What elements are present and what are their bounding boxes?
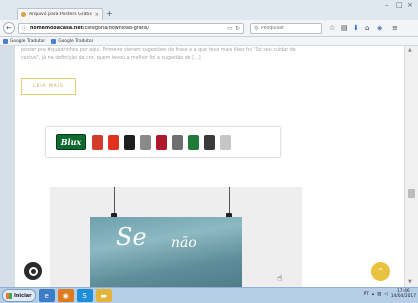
bookmark-item[interactable]: Google Tradutor	[51, 38, 94, 44]
navigation-bar: ← ⓘ homemodacasa.net/categoria/download-…	[0, 20, 418, 37]
poster-photo[interactable]: Se não	[50, 187, 302, 287]
clock-date: 14/04/2017	[390, 294, 416, 299]
address-bar[interactable]: ⓘ homemodacasa.net/categoria/download-gr…	[18, 23, 244, 34]
google-translate-icon	[3, 38, 8, 44]
bookmark-item[interactable]: Google Tradutor	[3, 38, 46, 44]
url-path: /categoria/download-gratis/	[82, 26, 149, 31]
product-thumbnail	[124, 134, 135, 150]
new-tab-button[interactable]: +	[106, 9, 113, 19]
taskbar-folder-icon[interactable]: ▬	[95, 289, 112, 302]
product-thumbnail	[156, 134, 167, 150]
network-icon[interactable]: ▥	[377, 292, 381, 297]
url-host: homemodacasa.net	[30, 26, 83, 31]
tab-close-icon[interactable]: ×	[95, 12, 99, 18]
home-icon[interactable]: ⌂	[365, 24, 369, 33]
bookmark-label: Google Tradutor	[58, 38, 94, 44]
clock[interactable]: 17:46 14/04/2017	[391, 289, 416, 299]
product-thumbnail	[172, 134, 183, 150]
menu-icon[interactable]: ≡	[392, 24, 398, 33]
search-input[interactable]	[261, 26, 320, 31]
product-thumbnail	[140, 134, 151, 150]
vertical-scrollbar[interactable]: ▲ ▼	[404, 46, 418, 287]
volume-icon[interactable]: ◁	[384, 292, 387, 297]
product-thumbnail	[188, 134, 199, 150]
tab-title: Arquivo para Posters Grátis - Home	[29, 12, 92, 17]
product-thumbnail	[108, 134, 119, 150]
product-row	[92, 134, 231, 150]
scroll-down-icon[interactable]: ▼	[408, 279, 412, 285]
hand-cursor-icon: ☝	[277, 274, 283, 284]
poster-text-nao: não	[171, 235, 197, 251]
browser-tab[interactable]: Arquivo para Posters Grátis - Home ×	[17, 8, 103, 20]
ad-banner[interactable]: Blux	[46, 127, 280, 157]
poster-text-se: Se	[116, 223, 147, 251]
system-tray: PT ▴ ▥ ◁ 17:46 14/04/2017	[364, 289, 416, 299]
chevron-up-icon: ⌃	[377, 267, 384, 276]
minimize-button[interactable]: –	[385, 1, 389, 9]
bookmark-label: Google Tradutor	[10, 38, 46, 44]
start-label: Iniciar	[14, 292, 32, 299]
tray-arrow-icon[interactable]: ▴	[372, 292, 374, 297]
chat-icon	[28, 266, 38, 276]
back-button[interactable]: ←	[3, 22, 15, 34]
blux-logo: Blux	[56, 134, 86, 150]
maximize-button[interactable]: □	[396, 1, 403, 9]
bookmarks-toolbar: Google Tradutor Google Tradutor	[0, 37, 418, 46]
start-button[interactable]: Iniciar	[2, 289, 36, 302]
taskbar-skype-icon[interactable]: S	[76, 289, 93, 302]
scroll-thumb[interactable]	[408, 189, 415, 198]
reload-icon[interactable]: ↻	[235, 26, 240, 32]
taskbar: Iniciar e ◉ S ▬ PT ▴ ▥ ◁ 17:46 14/04/201…	[0, 287, 418, 303]
hanging-wire	[229, 187, 230, 215]
back-to-top-button[interactable]: ⌃	[371, 262, 390, 281]
search-box[interactable]: ⚲	[250, 23, 322, 34]
scroll-up-icon[interactable]: ▲	[408, 47, 412, 53]
product-thumbnail	[92, 134, 103, 150]
reader-view-icon[interactable]: ▭	[227, 26, 232, 32]
poster: Se não	[90, 217, 242, 287]
language-indicator[interactable]: PT	[364, 292, 369, 297]
google-translate-icon	[51, 38, 57, 44]
pocket-icon[interactable]: ◈	[377, 24, 382, 33]
article-excerpt: pôster pra #quadrinhos por aqui. Primeir…	[21, 48, 296, 61]
url-text: homemodacasa.net/categoria/download-grat…	[30, 26, 224, 31]
favicon-icon	[21, 12, 26, 17]
page-content: pôster pra #quadrinhos por aqui. Primeir…	[15, 46, 404, 287]
chat-button[interactable]	[24, 262, 42, 280]
close-window-button[interactable]: ×	[407, 1, 413, 9]
download-icon[interactable]: ⬇	[353, 24, 359, 33]
search-icon: ⚲	[254, 25, 259, 32]
product-thumbnail	[220, 134, 231, 150]
bookmark-star-icon[interactable]: ☆	[329, 24, 335, 33]
hanging-wire	[114, 187, 115, 215]
windows-logo-icon	[6, 292, 12, 299]
read-more-button[interactable]: LEIA MAIS	[21, 78, 76, 95]
tab-bar: Arquivo para Posters Grátis - Home × + –…	[0, 0, 418, 20]
library-icon[interactable]: ▤	[341, 24, 348, 33]
product-thumbnail	[204, 134, 215, 150]
info-icon[interactable]: ⓘ	[22, 25, 27, 32]
taskbar-firefox-icon[interactable]: ◉	[57, 289, 74, 302]
taskbar-ie-icon[interactable]: e	[38, 289, 55, 302]
